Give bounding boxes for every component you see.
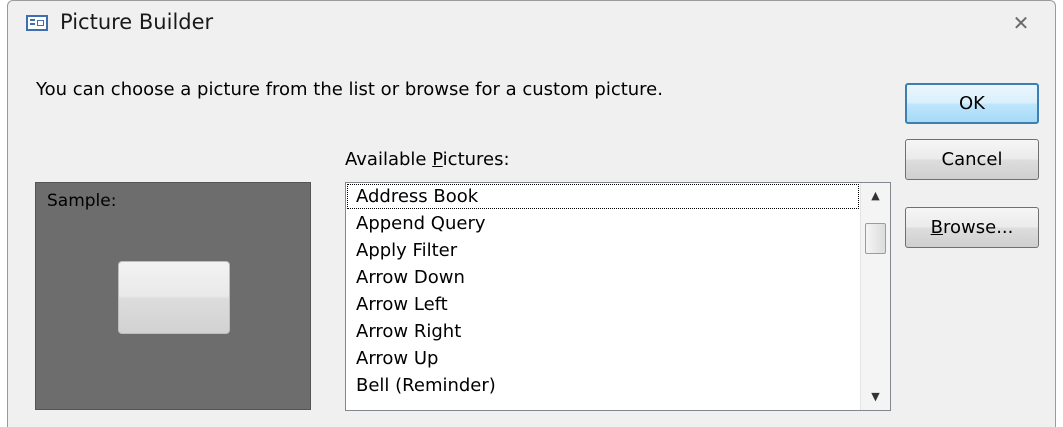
scroll-thumb[interactable] (865, 223, 886, 254)
list-item[interactable]: Arrow Up (346, 345, 860, 372)
scroll-up-arrow-icon[interactable]: ▲ (861, 183, 890, 209)
vertical-scrollbar[interactable]: ▲ ▼ (860, 183, 890, 410)
available-pictures-list[interactable]: Address Book Append Query Apply Filter Arro… (345, 182, 891, 411)
cancel-button[interactable]: Cancel (905, 139, 1039, 180)
list-item[interactable]: Address Book (346, 183, 860, 210)
sample-preview-panel: Sample: (35, 182, 311, 410)
ok-button[interactable]: OK (905, 83, 1039, 124)
list-items-container: Address Book Append Query Apply Filter Arro… (346, 183, 860, 410)
available-pictures-label: Available Pictures: (345, 149, 510, 170)
list-item[interactable]: Arrow Left (346, 291, 860, 318)
scroll-down-arrow-icon[interactable]: ▼ (861, 384, 890, 410)
picture-builder-dialog: Picture Builder ✕ You can choose a pictu… (7, 0, 1056, 427)
form-icon (26, 15, 48, 31)
title-bar: Picture Builder ✕ (8, 1, 1055, 45)
dialog-title: Picture Builder (60, 10, 214, 34)
list-item[interactable]: Arrow Down (346, 264, 860, 291)
browse-button[interactable]: Browse... (905, 207, 1039, 248)
close-icon[interactable]: ✕ (1009, 11, 1033, 35)
list-item[interactable]: Append Query (346, 210, 860, 237)
list-item[interactable]: Apply Filter (346, 237, 860, 264)
instruction-text: You can choose a picture from the list o… (36, 79, 663, 100)
list-item[interactable]: Arrow Right (346, 318, 860, 345)
sample-button-preview (118, 261, 230, 334)
sample-label: Sample: (47, 191, 117, 211)
list-item[interactable]: Bell (Reminder) (346, 372, 860, 399)
